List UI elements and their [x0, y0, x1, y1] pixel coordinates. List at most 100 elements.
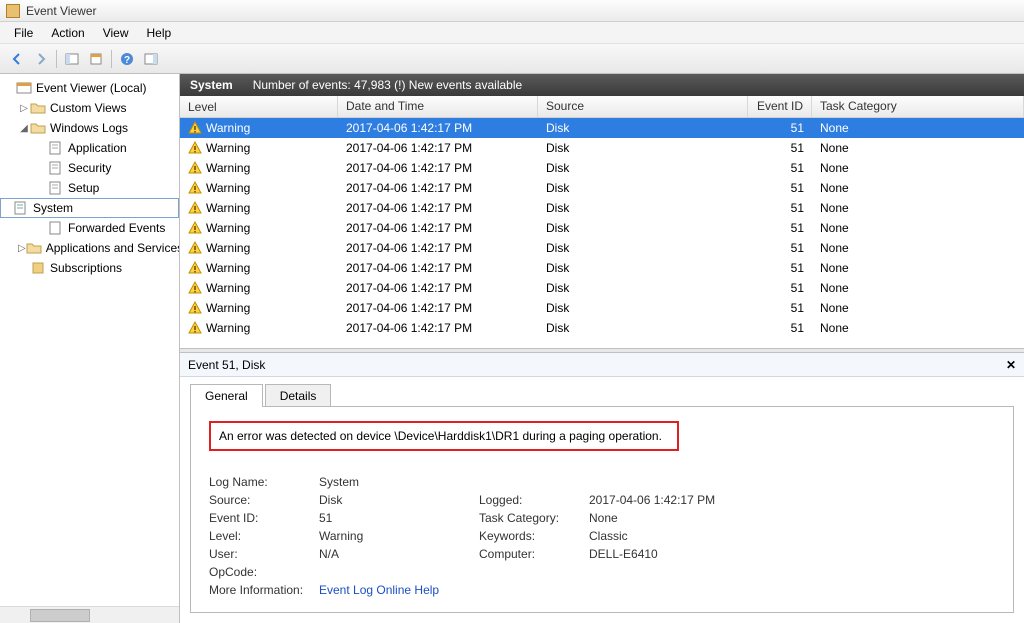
tree-system[interactable]: System	[0, 198, 179, 218]
table-row[interactable]: Warning2017-04-06 1:42:17 PMDisk51None	[180, 198, 1024, 218]
svg-text:?: ?	[124, 55, 130, 66]
value-eventid: 51	[319, 511, 479, 525]
value-taskcat: None	[589, 511, 789, 525]
tree-application[interactable]: Application	[0, 138, 179, 158]
table-row[interactable]: Warning2017-04-06 1:42:17 PMDisk51None	[180, 278, 1024, 298]
tree-apps-services[interactable]: ▷ Applications and Services	[0, 238, 179, 258]
cell-source: Disk	[538, 141, 748, 155]
warning-icon	[188, 161, 202, 175]
cell-task: None	[812, 181, 1024, 195]
cell-source: Disk	[538, 161, 748, 175]
collapse-icon[interactable]: ◢	[18, 123, 30, 134]
label-opcode: OpCode:	[209, 565, 319, 579]
tree-label: Application	[68, 141, 127, 155]
cell-date: 2017-04-06 1:42:17 PM	[338, 201, 538, 215]
detail-tabs: General Details	[180, 377, 1024, 406]
col-source[interactable]: Source	[538, 96, 748, 117]
cell-level: Warning	[206, 201, 250, 215]
menu-bar: File Action View Help	[0, 22, 1024, 44]
cell-task: None	[812, 321, 1024, 335]
subscription-icon	[30, 260, 46, 276]
forward-button[interactable]	[30, 48, 52, 70]
panel-icon	[65, 52, 79, 66]
cell-date: 2017-04-06 1:42:17 PM	[338, 181, 538, 195]
table-row[interactable]: Warning2017-04-06 1:42:17 PMDisk51None	[180, 238, 1024, 258]
label-source: Source:	[209, 493, 319, 507]
cell-source: Disk	[538, 181, 748, 195]
cell-task: None	[812, 221, 1024, 235]
cell-level: Warning	[206, 241, 250, 255]
tree-setup[interactable]: Setup	[0, 178, 179, 198]
scrollbar-thumb[interactable]	[30, 609, 90, 622]
col-event-id[interactable]: Event ID	[748, 96, 812, 117]
label-taskcat: Task Category:	[479, 511, 589, 525]
tree-security[interactable]: Security	[0, 158, 179, 178]
col-date[interactable]: Date and Time	[338, 96, 538, 117]
menu-view[interactable]: View	[95, 24, 137, 42]
show-hide-tree-button[interactable]	[61, 48, 83, 70]
log-title: System	[190, 78, 233, 92]
cell-date: 2017-04-06 1:42:17 PM	[338, 161, 538, 175]
event-list: Level Date and Time Source Event ID Task…	[180, 96, 1024, 348]
warning-icon	[188, 221, 202, 235]
expand-icon[interactable]: ▷	[18, 243, 26, 254]
table-row[interactable]: Warning2017-04-06 1:42:17 PMDisk51None	[180, 298, 1024, 318]
link-online-help[interactable]: Event Log Online Help	[319, 583, 479, 597]
tree-root[interactable]: Event Viewer (Local)	[0, 78, 179, 98]
event-list-body[interactable]: Warning2017-04-06 1:42:17 PMDisk51NoneWa…	[180, 118, 1024, 348]
expand-icon[interactable]: ▷	[18, 103, 30, 114]
properties-icon	[89, 52, 103, 66]
tree-custom-views[interactable]: ▷ Custom Views	[0, 98, 179, 118]
event-message: An error was detected on device \Device\…	[219, 429, 662, 443]
cell-date: 2017-04-06 1:42:17 PM	[338, 241, 538, 255]
tab-general[interactable]: General	[190, 384, 263, 407]
table-row[interactable]: Warning2017-04-06 1:42:17 PMDisk51None	[180, 178, 1024, 198]
value-computer: DELL-E6410	[589, 547, 789, 561]
table-row[interactable]: Warning2017-04-06 1:42:17 PMDisk51None	[180, 258, 1024, 278]
cell-source: Disk	[538, 261, 748, 275]
value-level: Warning	[319, 529, 479, 543]
cell-source: Disk	[538, 281, 748, 295]
table-row[interactable]: Warning2017-04-06 1:42:17 PMDisk51None	[180, 138, 1024, 158]
tree-forwarded[interactable]: Forwarded Events	[0, 218, 179, 238]
warning-icon	[188, 121, 202, 135]
cell-task: None	[812, 261, 1024, 275]
properties-button[interactable]	[85, 48, 107, 70]
navigation-tree[interactable]: Event Viewer (Local) ▷ Custom Views ◢ Wi…	[0, 74, 180, 623]
label-moreinfo: More Information:	[209, 583, 319, 597]
table-row[interactable]: Warning2017-04-06 1:42:17 PMDisk51None	[180, 158, 1024, 178]
col-level[interactable]: Level	[180, 96, 338, 117]
value-opcode	[319, 565, 479, 579]
table-row[interactable]: Warning2017-04-06 1:42:17 PMDisk51None	[180, 318, 1024, 338]
table-row[interactable]: Warning2017-04-06 1:42:17 PMDisk51None	[180, 218, 1024, 238]
cell-event-id: 51	[748, 301, 812, 315]
tree-subscriptions[interactable]: Subscriptions	[0, 258, 179, 278]
help-icon: ?	[120, 52, 134, 66]
menu-help[interactable]: Help	[139, 24, 180, 42]
help-button[interactable]: ?	[116, 48, 138, 70]
label-logged: Logged:	[479, 493, 589, 507]
cell-source: Disk	[538, 321, 748, 335]
nav-horizontal-scrollbar[interactable]	[0, 606, 179, 623]
window-title: Event Viewer	[26, 4, 96, 18]
menu-action[interactable]: Action	[43, 24, 92, 42]
close-details-button[interactable]: ✕	[1006, 358, 1016, 372]
action-pane-button[interactable]	[140, 48, 162, 70]
value-source: Disk	[319, 493, 479, 507]
cell-event-id: 51	[748, 201, 812, 215]
col-task-category[interactable]: Task Category	[812, 96, 1024, 117]
cell-event-id: 51	[748, 141, 812, 155]
tree-windows-logs[interactable]: ◢ Windows Logs	[0, 118, 179, 138]
table-row[interactable]: Warning2017-04-06 1:42:17 PMDisk51None	[180, 118, 1024, 138]
warning-icon	[188, 281, 202, 295]
cell-date: 2017-04-06 1:42:17 PM	[338, 221, 538, 235]
cell-task: None	[812, 201, 1024, 215]
menu-file[interactable]: File	[6, 24, 41, 42]
log-icon	[48, 180, 64, 196]
back-button[interactable]	[6, 48, 28, 70]
label-user: User:	[209, 547, 319, 561]
cell-source: Disk	[538, 121, 748, 135]
tab-details[interactable]: Details	[265, 384, 332, 407]
cell-task: None	[812, 301, 1024, 315]
value-keywords: Classic	[589, 529, 789, 543]
